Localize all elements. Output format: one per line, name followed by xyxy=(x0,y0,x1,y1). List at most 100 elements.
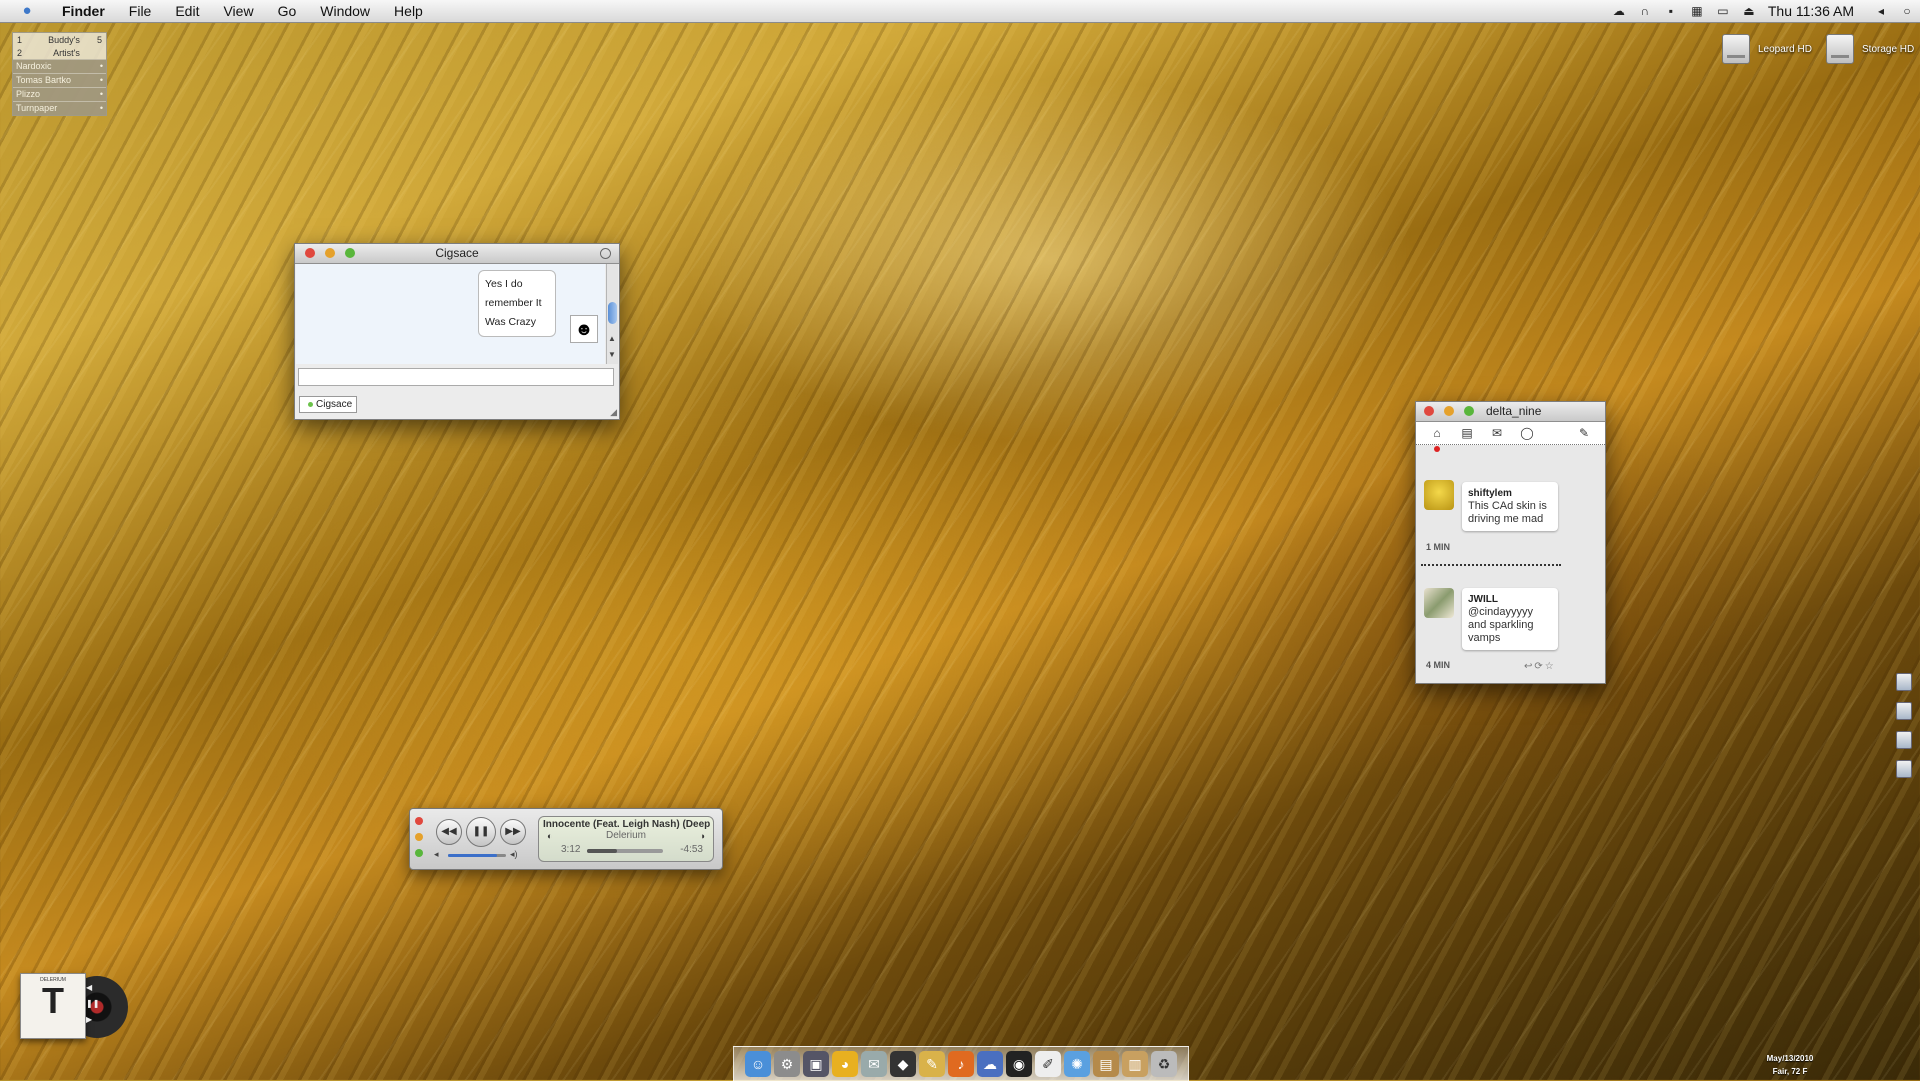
zoom-button[interactable] xyxy=(345,248,355,258)
chat-titlebar[interactable]: Cigsace xyxy=(295,244,619,264)
chat-tab[interactable]: Cigsace xyxy=(299,396,358,413)
volume-slider[interactable] xyxy=(448,854,506,857)
buddy-item[interactable]: Tomas Bartko • xyxy=(13,73,106,87)
user-avatar-icon xyxy=(1424,480,1454,510)
pause-small-icon[interactable]: ❚❚ xyxy=(86,996,99,1012)
menu-clock[interactable]: Thu 11:36 AM xyxy=(1762,3,1868,19)
song-progress-bar[interactable] xyxy=(587,849,663,853)
zoom-button[interactable] xyxy=(1464,406,1474,416)
finder-icon[interactable]: ☺ xyxy=(745,1051,771,1077)
remaining-time: -4:53 xyxy=(680,844,703,855)
next-icon[interactable]: ▶ xyxy=(86,1012,99,1028)
desktop-file-icon[interactable] xyxy=(1896,673,1912,691)
tweet-user: JWILL xyxy=(1468,594,1498,605)
home-icon[interactable]: ⌂ xyxy=(1422,426,1452,440)
chat-scrollbar[interactable]: ▲ ▼ xyxy=(606,264,618,364)
reply-icon[interactable]: ↩ xyxy=(1524,661,1534,672)
search-icon[interactable]: ◯ xyxy=(1512,426,1542,440)
apple-menu-icon[interactable]: ● xyxy=(18,2,36,20)
compose-icon[interactable]: ✎ xyxy=(1569,426,1599,440)
next-track-icon[interactable]: ▶▶ xyxy=(500,819,526,845)
close-button[interactable] xyxy=(305,248,315,258)
buddy-group-row[interactable]: 1 Buddy's 5 xyxy=(13,33,106,46)
desktop-file-icon[interactable] xyxy=(1896,760,1912,778)
tweet-text: @cindayyyyy and sparkling vamps xyxy=(1468,606,1534,644)
trash-icon[interactable]: ♻ xyxy=(1151,1051,1177,1077)
preview-icon[interactable]: ▣ xyxy=(803,1051,829,1077)
scroll-thumb[interactable] xyxy=(608,302,617,324)
dashboard-icon[interactable]: ◉ xyxy=(1006,1051,1032,1077)
minimize-button[interactable] xyxy=(1444,406,1454,416)
close-button[interactable] xyxy=(1424,406,1434,416)
desktop-file-icon[interactable] xyxy=(1896,731,1912,749)
resize-grip-icon[interactable]: ◢ xyxy=(610,407,617,418)
downloads-stack-icon[interactable]: ▤ xyxy=(1093,1051,1119,1077)
itunes-icon[interactable]: ♪ xyxy=(948,1051,974,1077)
pencil-icon[interactable]: ✎ xyxy=(919,1051,945,1077)
documents-stack-icon[interactable]: ▥ xyxy=(1122,1051,1148,1077)
buddy-item[interactable]: Plizzo • xyxy=(13,87,106,101)
menu-edit[interactable]: Edit xyxy=(163,3,211,19)
snapback-icon[interactable]: ◑ xyxy=(700,831,705,841)
chat-window: Cigsace Yes I do remember It Was Crazy ☻… xyxy=(294,243,620,420)
system-prefs-icon[interactable]: ⚙ xyxy=(774,1051,800,1077)
zoom-button[interactable] xyxy=(415,849,423,857)
cyberduck-icon[interactable]: ◆ xyxy=(890,1051,916,1077)
previous-track-icon[interactable]: ◀◀ xyxy=(436,819,462,845)
pause-icon[interactable]: ❚❚ xyxy=(466,817,496,847)
menu-file[interactable]: File xyxy=(117,3,164,19)
tweet-age: 4 MIN xyxy=(1426,660,1451,670)
drive-storage-hd[interactable]: Storage HD xyxy=(1826,34,1914,64)
twitter-window: delta_nine ⌂ ▤ ✉ ◯ ✎ shiftylem This CAd … xyxy=(1415,401,1606,684)
tweet-divider xyxy=(1421,564,1561,566)
display-icon[interactable]: ▭ xyxy=(1710,4,1736,18)
menu-app-name[interactable]: Finder xyxy=(50,3,117,19)
weather-widget: May/13/2010 Fair, 72 F xyxy=(1762,1052,1818,1078)
display-toggle-icon[interactable]: ◐ xyxy=(547,831,552,841)
spotlight-icon[interactable]: ○ xyxy=(1894,4,1920,18)
scroll-down-arrow-icon[interactable]: ▼ xyxy=(608,350,616,359)
twitter-titlebar[interactable]: delta_nine xyxy=(1416,402,1605,422)
prev-icon[interactable]: ◀ xyxy=(86,980,99,996)
retweet-icon[interactable]: ⟳ xyxy=(1534,661,1544,672)
close-button[interactable] xyxy=(415,817,423,825)
buddy-name: Tomas Bartko xyxy=(16,75,72,85)
safari-icon[interactable]: ✺ xyxy=(1064,1051,1090,1077)
hard-drive-icon xyxy=(1722,34,1750,64)
buddy-name: Nardoxic xyxy=(16,61,52,71)
desktop-file-icon[interactable] xyxy=(1896,702,1912,720)
minimize-button[interactable] xyxy=(415,833,423,841)
drive-leopard-hd[interactable]: Leopard HD xyxy=(1722,34,1812,64)
buddy-item[interactable]: Turnpaper • xyxy=(13,101,106,115)
eject-icon[interactable]: ⏏ xyxy=(1736,4,1762,18)
ichat-icon[interactable]: ☁ xyxy=(977,1051,1003,1077)
buddy-group-row[interactable]: 2 Artist's xyxy=(13,46,106,59)
chat-message-input[interactable] xyxy=(298,368,614,386)
spaces-icon[interactable]: ▦ xyxy=(1684,4,1710,18)
album-art[interactable]: DELERIUM T xyxy=(20,973,86,1039)
itunes-display: Innocente (Feat. Leigh Nash) (Deep Deler… xyxy=(538,816,714,862)
chat-status-icon[interactable]: ▪ xyxy=(1658,4,1684,18)
favorite-icon[interactable]: ☆ xyxy=(1545,661,1556,672)
adium-icon[interactable]: ◕ xyxy=(832,1051,858,1077)
textedit-icon[interactable]: ✐ xyxy=(1035,1051,1061,1077)
desktop-wallpaper xyxy=(0,0,1920,1080)
headphones-icon[interactable]: ∩ xyxy=(1632,4,1658,18)
mail-icon[interactable]: ✉ xyxy=(861,1051,887,1077)
messages-icon[interactable]: ✉ xyxy=(1482,426,1512,440)
minimize-button[interactable] xyxy=(325,248,335,258)
menu-go[interactable]: Go xyxy=(266,3,309,19)
chat-tab-label: Cigsace xyxy=(316,399,353,410)
scroll-up-arrow-icon[interactable]: ▲ xyxy=(608,334,616,343)
menu-window[interactable]: Window xyxy=(308,3,382,19)
buddy-item[interactable]: Nardoxic • xyxy=(13,59,106,73)
cloud-icon[interactable]: ☁ xyxy=(1606,4,1632,18)
volume-level xyxy=(448,854,498,857)
toolbar-toggle-button[interactable] xyxy=(600,248,611,259)
menu-help[interactable]: Help xyxy=(382,3,435,19)
menu-view[interactable]: View xyxy=(211,3,265,19)
volume-icon[interactable]: ◂ xyxy=(1868,4,1894,18)
progress-fill xyxy=(587,849,618,853)
tweet-card: shiftylem This CAd skin is driving me ma… xyxy=(1462,482,1558,531)
replies-icon[interactable]: ▤ xyxy=(1452,426,1482,440)
